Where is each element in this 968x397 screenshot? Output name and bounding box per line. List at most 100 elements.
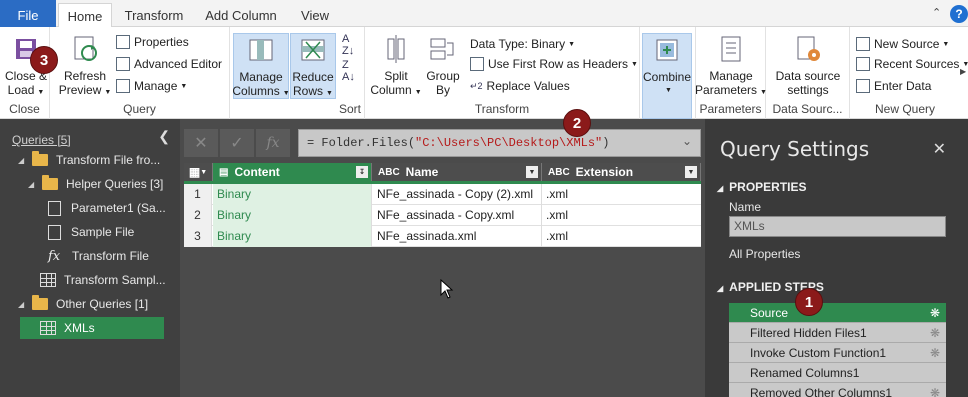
manage-parameters-button[interactable]: Manage Parameters ▼ (695, 33, 767, 100)
replace-values-button[interactable]: ↵2 Replace Values (470, 77, 570, 95)
document-icon (48, 224, 61, 240)
group-label-query: Query (123, 102, 156, 116)
tree-item-parameter1[interactable]: Parameter1 (Sa... (48, 197, 166, 219)
gear-icon[interactable]: ❋ (930, 323, 940, 343)
expand-arrow-icon[interactable]: ◢ (18, 156, 32, 165)
tree-label: Transform Sampl... (64, 273, 166, 287)
expand-binary-icon[interactable]: ↧ (356, 166, 368, 178)
tree-folder-helper-queries[interactable]: ◢ Helper Queries [3] (28, 173, 163, 195)
step-source[interactable]: Source ❋ (729, 303, 946, 323)
step-label: Filtered Hidden Files1 (750, 326, 867, 340)
enter-data-label: Enter Data (874, 79, 932, 93)
tree-folder-other-queries[interactable]: ◢ Other Queries [1] (18, 293, 148, 315)
tab-transform[interactable]: Transform (118, 4, 190, 27)
reduce-rows-button[interactable]: Reduce Rows ▼ (290, 33, 336, 99)
tab-file[interactable]: File (0, 0, 56, 30)
column-filter-icon[interactable]: ▼ (685, 166, 697, 178)
expand-formula-icon[interactable]: ⌄ (682, 134, 692, 149)
advanced-editor-label: Advanced Editor (134, 57, 223, 71)
gear-icon[interactable]: ❋ (930, 303, 940, 323)
query-name-input[interactable]: XMLs (729, 216, 946, 237)
collapse-ribbon-icon[interactable]: ⌃ (932, 6, 941, 19)
data-type-dropdown[interactable]: Data Type: Binary ▼ (470, 35, 575, 53)
gear-icon[interactable]: ❋ (930, 343, 940, 363)
tab-view[interactable]: View (294, 4, 336, 27)
manage-columns-label-a: Manage (239, 70, 283, 84)
new-source-icon (856, 37, 870, 51)
cell-name: NFe_assinada.xml (372, 226, 542, 247)
table-menu-icon[interactable]: ▦ ▼ (184, 163, 213, 181)
insert-function-icon[interactable]: fx (256, 129, 290, 157)
tab-add-column[interactable]: Add Column (198, 4, 284, 27)
all-properties-link[interactable]: All Properties (729, 247, 800, 261)
tree-folder-transform-file[interactable]: ◢ Transform File fro... (18, 149, 160, 171)
column-filter-icon[interactable]: ▼ (526, 166, 538, 178)
new-source-button[interactable]: New Source ▼ (856, 35, 949, 53)
expand-arrow-icon[interactable]: ◢ (28, 180, 42, 189)
function-icon: fx (48, 248, 61, 264)
cell-name: NFe_assinada - Copy (2).xml (372, 184, 542, 205)
group-by-icon (427, 33, 459, 65)
collapse-queries-icon[interactable]: ❮ (158, 128, 170, 145)
column-header-content[interactable]: ▤ Content ↧ (213, 163, 372, 181)
refresh-preview-button[interactable]: Refresh Preview ▼ (59, 33, 111, 100)
split-column-button[interactable]: Split Column ▼ (370, 33, 422, 100)
recent-sources-button[interactable]: Recent Sources ▼ (856, 55, 968, 73)
formula-bar: ✕ ✓ fx = Folder.Files("C:\Users\PC\Deskt… (184, 129, 701, 157)
group-by-button[interactable]: Group By (423, 33, 463, 97)
step-removed-other-columns[interactable]: Removed Other Columns1 ❋ (729, 383, 946, 397)
binary-link[interactable]: Binary (213, 184, 372, 205)
combine-icon (651, 34, 683, 66)
properties-label: Properties (134, 35, 189, 49)
tree-label: Helper Queries [3] (66, 177, 164, 191)
combine-button[interactable]: Combine ▼ (642, 33, 692, 119)
formula-input[interactable]: = Folder.Files("C:\Users\PC\Desktop\XMLs… (298, 129, 701, 157)
column-name: Name (405, 165, 439, 179)
query-settings-title: Query Settings (720, 137, 870, 161)
manage-params-label-a: Manage (709, 69, 753, 83)
mouse-cursor-icon (440, 279, 454, 299)
step-renamed-columns[interactable]: Renamed Columns1 (729, 363, 946, 383)
folder-icon (32, 151, 48, 166)
tab-home[interactable]: Home (58, 3, 112, 28)
tree-item-transform-sample[interactable]: Transform Sampl... (40, 269, 166, 291)
sort-ascending-icon[interactable]: A Z↓ (342, 33, 354, 57)
step-label: Renamed Columns1 (750, 366, 860, 380)
advanced-editor-button[interactable]: Advanced Editor (116, 55, 222, 73)
commit-formula-icon[interactable]: ✓ (220, 129, 254, 157)
expand-arrow-icon[interactable]: ◢ (18, 300, 32, 309)
step-label: Removed Other Columns1 (750, 386, 893, 397)
step-invoke-custom-function[interactable]: Invoke Custom Function1 ❋ (729, 343, 946, 363)
close-icon[interactable]: ✕ (933, 139, 946, 159)
binary-link[interactable]: Binary (213, 226, 372, 247)
table-icon (40, 273, 56, 287)
combine-caret: ▼ (665, 87, 672, 94)
help-icon[interactable]: ? (950, 5, 968, 23)
manage-icon (116, 79, 130, 93)
first-row-headers-icon (470, 57, 484, 71)
properties-button[interactable]: Properties (116, 33, 189, 51)
query-settings-pane: Query Settings ✕ ◢ PROPERTIES Name XMLs A… (705, 119, 968, 397)
sort-descending-icon[interactable]: Z A↓ (342, 59, 355, 83)
group-label-new-query: New Query (874, 102, 936, 116)
tree-item-sample-file[interactable]: Sample File (48, 221, 134, 243)
enter-data-button[interactable]: Enter Data (856, 77, 931, 95)
data-source-settings-button[interactable]: Data source settings (770, 33, 846, 97)
use-first-row-headers-button[interactable]: Use First Row as Headers ▼ (470, 55, 638, 73)
column-header-extension[interactable]: ABC Extension ▼ (542, 163, 701, 181)
binary-link[interactable]: Binary (213, 205, 372, 226)
group-label-data-sources: Data Sourc... (772, 102, 843, 116)
gear-icon[interactable]: ❋ (930, 383, 940, 397)
manage-columns-button[interactable]: Manage Columns ▼ (232, 33, 290, 99)
column-header-name[interactable]: ABC Name ▼ (372, 163, 542, 181)
step-filtered-hidden-files[interactable]: Filtered Hidden Files1 ❋ (729, 323, 946, 343)
cancel-formula-icon[interactable]: ✕ (184, 129, 218, 157)
column-name: Extension (575, 165, 634, 179)
tree-item-transform-file[interactable]: fx Transform File (48, 245, 149, 267)
group-label-transform: Transform (474, 102, 530, 116)
manage-button[interactable]: Manage ▼ (116, 77, 187, 95)
refresh-label-a: Refresh (63, 69, 107, 83)
ribbon-scroll-right-icon[interactable]: ▶ (960, 67, 966, 76)
properties-section-header[interactable]: ◢ PROPERTIES (717, 180, 807, 194)
tree-item-xmls[interactable]: XMLs (20, 317, 164, 339)
